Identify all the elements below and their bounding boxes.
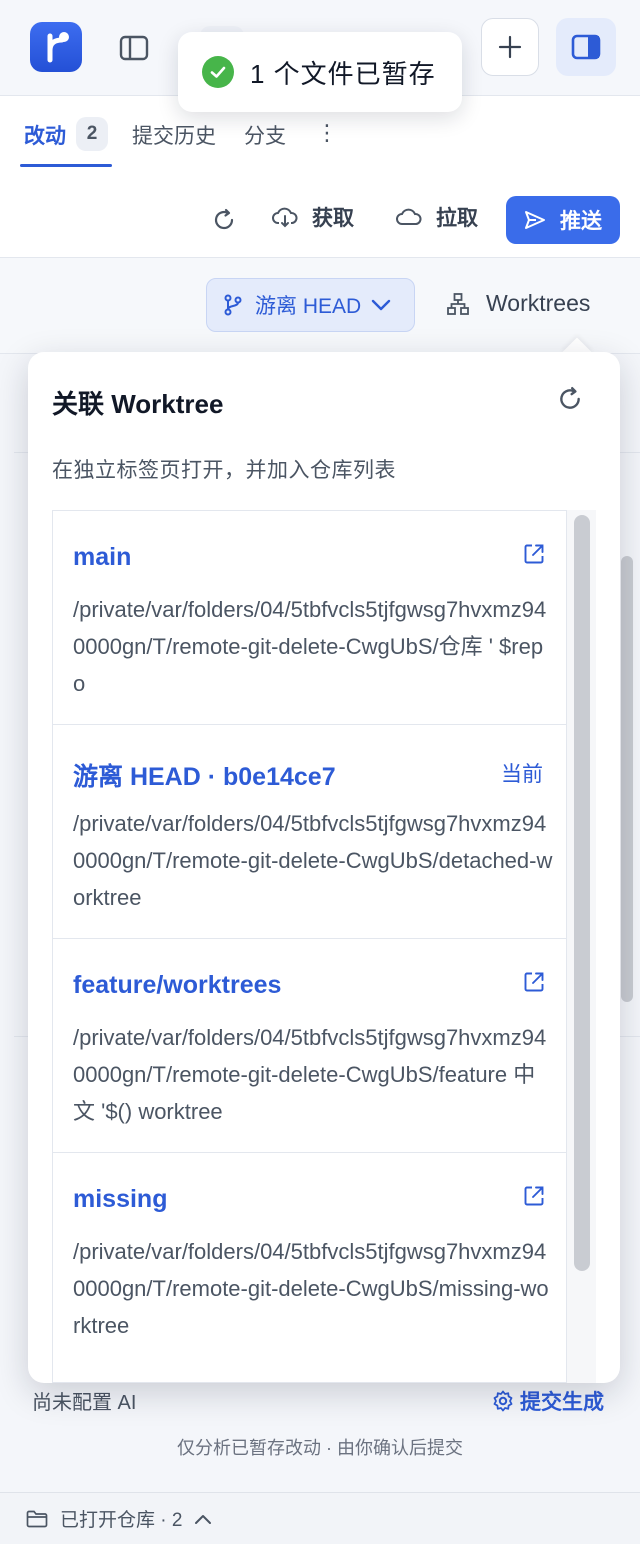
active-tab-indicator <box>20 164 112 167</box>
chevron-up-icon <box>195 1514 212 1524</box>
worktree-path: /private/var/folders/04/5tbfvcls5tjfgwsg… <box>73 1239 549 1338</box>
toast-notification: 1 个文件已暂存 <box>178 32 462 112</box>
worktree-name: feature/worktrees <box>73 971 282 999</box>
open-repos-label: 已打开仓库 · 2 <box>60 1510 183 1531</box>
external-link-icon[interactable] <box>523 971 545 998</box>
action-bar: 获取 拉取 推送 <box>0 172 640 258</box>
pull-label: 拉取 <box>436 207 478 230</box>
send-icon <box>525 211 545 229</box>
toast-message: 1 个文件已暂存 <box>250 58 436 89</box>
fetch-button[interactable]: 获取 <box>272 202 354 232</box>
worktree-path: /private/var/folders/04/5tbfvcls5tjfgwsg… <box>73 811 553 910</box>
check-icon <box>202 56 234 88</box>
worktrees-label: Worktrees <box>486 290 591 316</box>
worktree-item-main[interactable]: main /private/var/folders/04/5tbfvcls5tj… <box>53 511 567 725</box>
tab-history[interactable]: 提交历史 <box>132 120 216 150</box>
external-link-icon[interactable] <box>523 1185 545 1212</box>
chevron-down-icon <box>371 299 391 311</box>
open-repos-footer[interactable]: 已打开仓库 · 2 <box>0 1492 640 1544</box>
branch-selector[interactable]: 游离 HEAD <box>206 278 415 332</box>
worktree-name: 游离 HEAD · b0e14ce7 <box>73 763 336 791</box>
cloud-icon <box>396 208 422 225</box>
refresh-icon[interactable] <box>557 386 583 417</box>
popover-subtitle: 在独立标签页打开，并加入仓库列表 <box>52 459 396 482</box>
changes-count-badge: 2 <box>76 117 108 151</box>
generate-commit-label: 提交生成 <box>520 1391 604 1414</box>
branch-selector-label: 游离 HEAD <box>255 295 362 318</box>
panel-toggle-button[interactable] <box>556 18 616 76</box>
worktrees-button[interactable]: Worktrees <box>446 290 590 317</box>
git-branch-icon <box>224 294 242 316</box>
current-label: 当前 <box>501 763 543 786</box>
branch-bar: 游离 HEAD Worktrees <box>0 258 640 354</box>
push-label: 推送 <box>560 210 602 233</box>
tab-changes[interactable]: 改动 <box>24 120 66 150</box>
worktree-icon <box>447 292 469 315</box>
worktree-popover: 关联 Worktree 在独立标签页打开，并加入仓库列表 main /priva… <box>28 352 620 1383</box>
generate-commit-button[interactable]: 提交生成 <box>492 1386 604 1416</box>
worktree-item-missing[interactable]: missing /private/var/folders/04/5tbfvcls… <box>53 1153 567 1367</box>
cloud-download-icon <box>272 207 298 228</box>
ai-status: 尚未配置 AI <box>32 1392 137 1414</box>
gear-icon <box>493 1390 513 1412</box>
pull-button[interactable]: 拉取 <box>396 202 478 232</box>
push-button[interactable]: 推送 <box>506 196 620 244</box>
external-link-icon[interactable] <box>523 543 545 570</box>
more-icon[interactable]: ⋮ <box>316 120 338 146</box>
ai-hint: 仅分析已暂存改动 · 由你确认后提交 <box>177 1438 463 1458</box>
worktree-name: missing <box>73 1185 168 1213</box>
worktree-item-detached[interactable]: 游离 HEAD · b0e14ce7 当前 /private/var/folde… <box>53 725 567 939</box>
plus-icon <box>498 35 522 59</box>
panel-icon <box>571 34 601 60</box>
add-button[interactable] <box>481 18 539 76</box>
list-scrollbar-thumb[interactable] <box>574 515 590 1271</box>
worktree-list: main /private/var/folders/04/5tbfvcls5tj… <box>52 510 596 1383</box>
page-scrollbar[interactable] <box>621 556 633 1002</box>
folder-icon <box>26 1510 48 1527</box>
popover-title: 关联 Worktree <box>52 389 224 419</box>
worktree-item-feature[interactable]: feature/worktrees /private/var/folders/0… <box>53 939 567 1153</box>
app-logo-icon <box>30 22 82 72</box>
refresh-button[interactable] <box>212 208 250 232</box>
refresh-icon <box>214 208 234 230</box>
fetch-label: 获取 <box>312 207 354 230</box>
worktree-path: /private/var/folders/04/5tbfvcls5tjfgwsg… <box>73 1025 547 1124</box>
worktree-name: main <box>73 543 132 571</box>
tab-branches[interactable]: 分支 <box>244 120 286 150</box>
sidebar-toggle-icon[interactable] <box>112 26 156 70</box>
worktree-path: /private/var/folders/04/5tbfvcls5tjfgwsg… <box>73 597 547 696</box>
